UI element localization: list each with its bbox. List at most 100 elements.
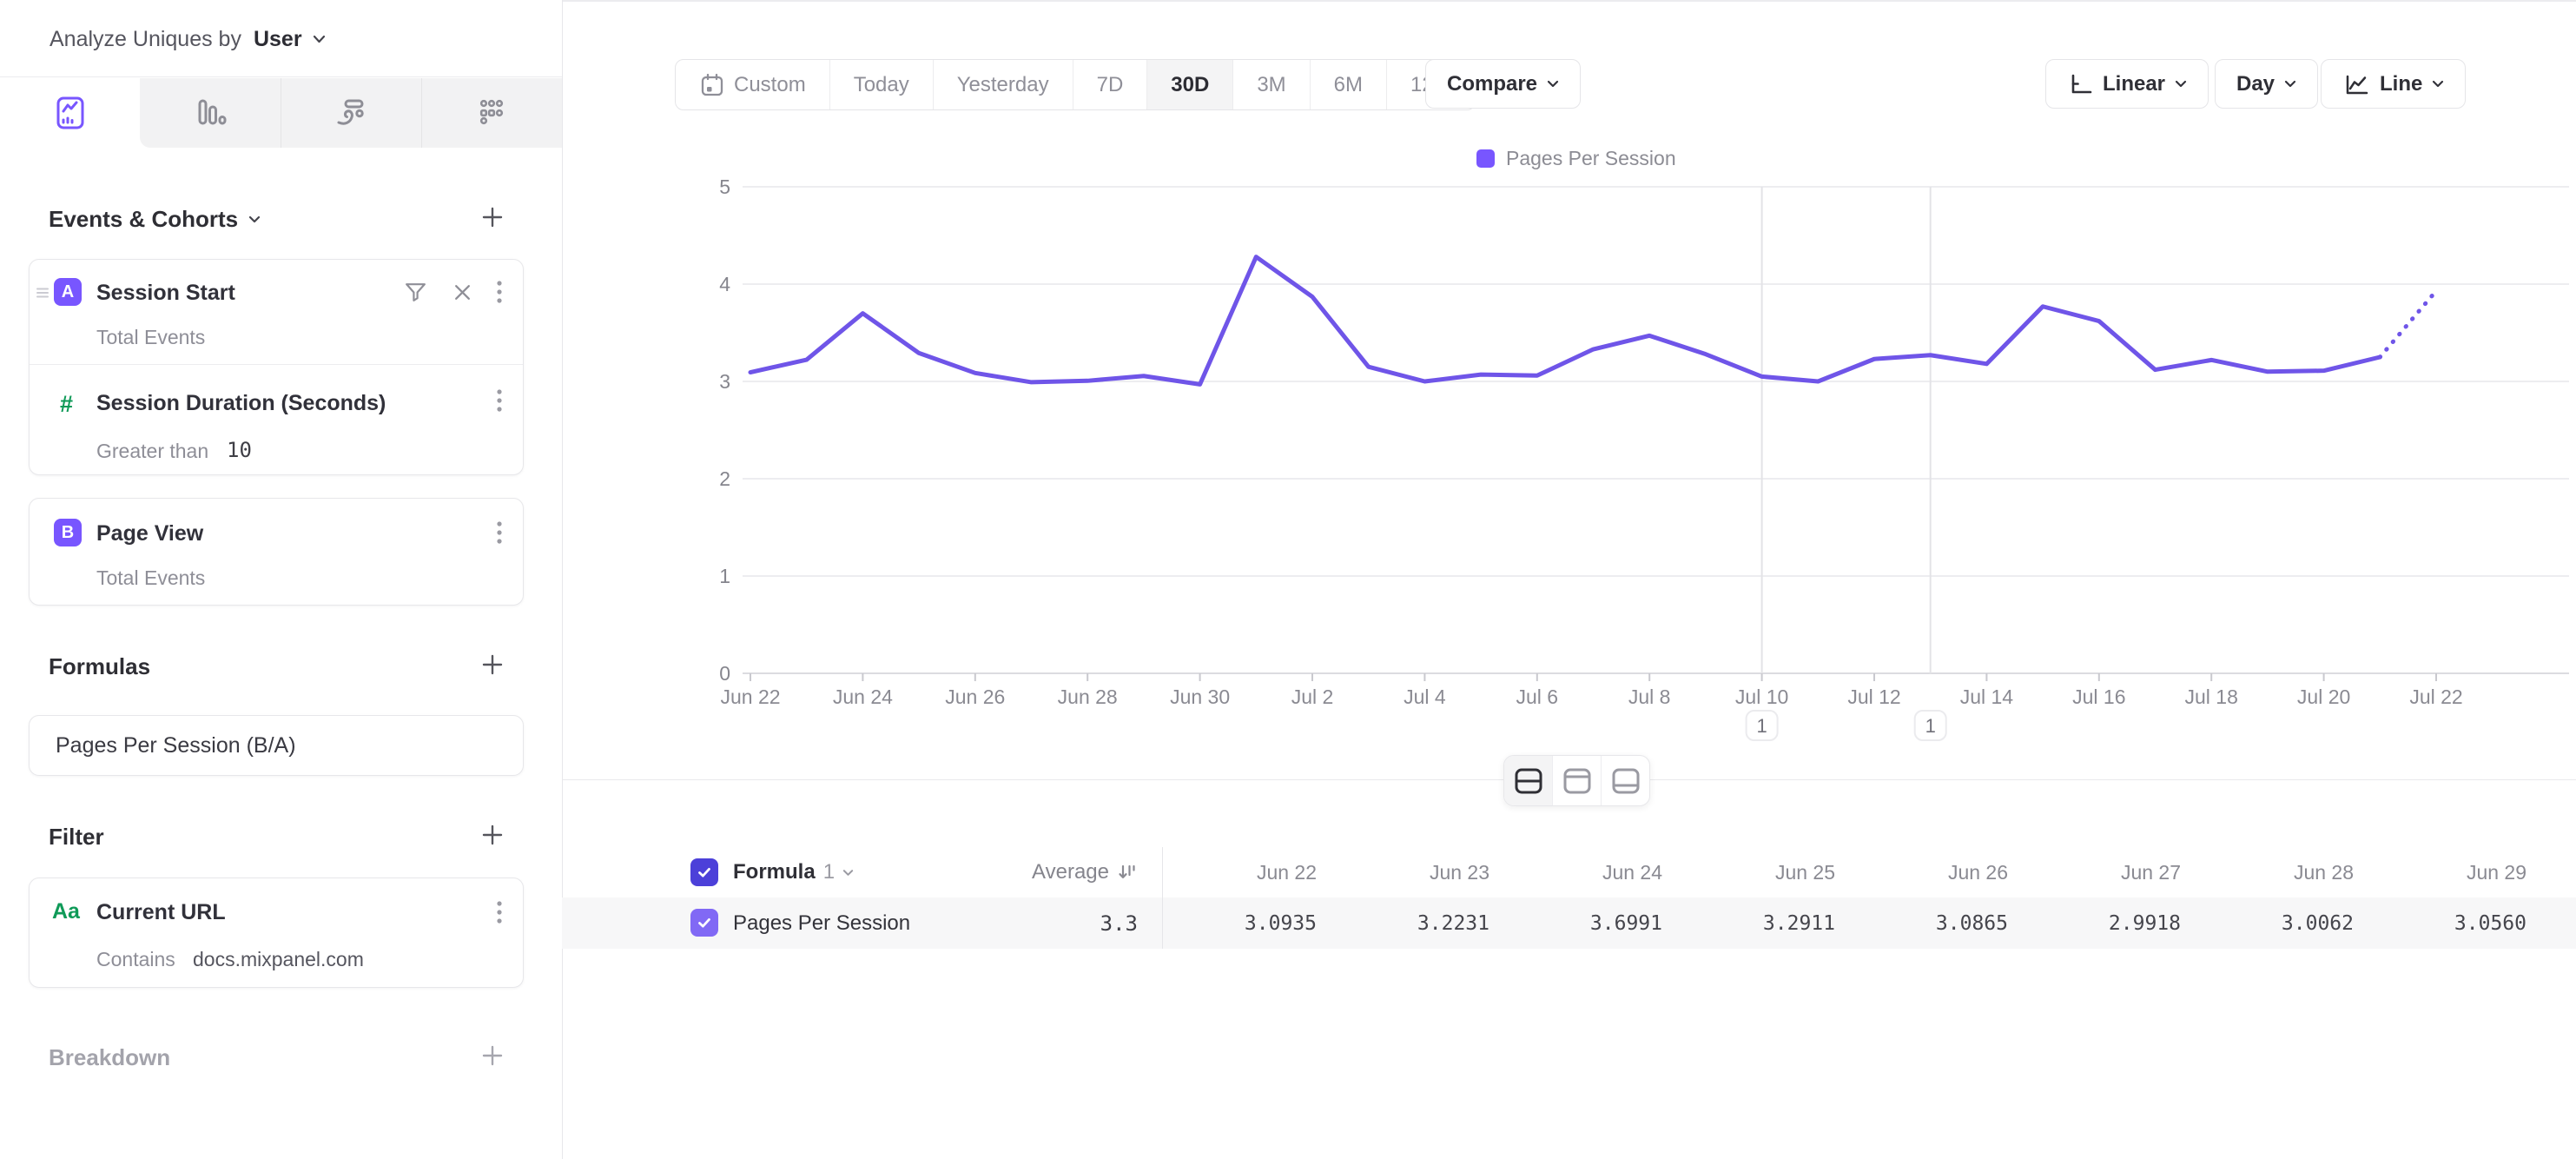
report-type-tabs bbox=[0, 78, 562, 148]
add-filter-button[interactable] bbox=[480, 823, 505, 851]
table-row-values: 3.09353.22313.69913.29113.08652.99183.00… bbox=[1189, 897, 2572, 949]
add-breakdown-button[interactable] bbox=[480, 1043, 505, 1072]
analyze-by-label: Analyze Uniques by bbox=[50, 27, 241, 52]
property-value[interactable]: 10 bbox=[227, 438, 252, 462]
x-axis-tick-label: Jul 4 bbox=[1404, 685, 1446, 708]
range-option-yesterday[interactable]: Yesterday bbox=[933, 60, 1073, 109]
property-row[interactable]: # Session Duration (Seconds) Greater tha… bbox=[30, 365, 523, 476]
event-aggregation[interactable]: Total Events bbox=[96, 566, 205, 590]
kebab-menu-icon[interactable] bbox=[496, 279, 503, 309]
events-section-header: Events & Cohorts bbox=[49, 200, 524, 238]
x-axis-tick-label: Jun 28 bbox=[1058, 685, 1118, 708]
formula-card[interactable]: Pages Per Session (B/A) bbox=[29, 715, 524, 776]
plus-icon bbox=[480, 652, 505, 677]
tab-retention[interactable] bbox=[421, 78, 562, 148]
tab-flows[interactable] bbox=[281, 78, 421, 148]
line-chart-icon bbox=[2342, 70, 2370, 98]
formula-label[interactable]: Pages Per Session (B/A) bbox=[56, 733, 296, 758]
plus-icon bbox=[480, 1043, 505, 1068]
chart-type-button[interactable]: Line bbox=[2321, 59, 2466, 109]
formula-header-label: Formula bbox=[733, 860, 816, 884]
layout-chart-only-button[interactable] bbox=[1552, 756, 1601, 805]
property-name[interactable]: Session Duration (Seconds) bbox=[96, 391, 386, 416]
chevron-down-icon bbox=[313, 35, 326, 43]
event-card-page-view[interactable]: B Page View Total Events bbox=[29, 498, 524, 606]
numeric-property-icon: # bbox=[60, 391, 73, 418]
flows-icon bbox=[332, 94, 370, 132]
filter-operator[interactable]: Contains bbox=[96, 948, 175, 971]
formula-header-number: 1 bbox=[823, 860, 835, 884]
table-value-cell: 3.2911 bbox=[1707, 897, 1880, 949]
analyze-by-value[interactable]: User bbox=[254, 27, 302, 52]
y-axis-tick-label: 5 bbox=[719, 176, 730, 198]
annotation-marker[interactable]: 1 bbox=[1747, 711, 1778, 740]
table-date-header: Jun 24 bbox=[1535, 847, 1707, 897]
range-option-today[interactable]: Today bbox=[829, 60, 933, 109]
event-aggregation[interactable]: Total Events bbox=[96, 326, 205, 349]
yaxis-scale-button[interactable]: Linear bbox=[2045, 59, 2209, 109]
linear-axis-icon bbox=[2067, 70, 2093, 98]
kebab-menu-icon[interactable] bbox=[496, 899, 503, 930]
chevron-down-icon[interactable] bbox=[248, 215, 261, 223]
table-row[interactable]: Pages Per Session 3.3 3.09353.22313.6991… bbox=[562, 897, 2576, 949]
add-formula-button[interactable] bbox=[480, 652, 505, 681]
row-average-value: 3.3 bbox=[1100, 911, 1138, 936]
compare-button[interactable]: Compare bbox=[1425, 59, 1581, 109]
annotation-marker[interactable]: 1 bbox=[1915, 711, 1946, 740]
add-event-button[interactable] bbox=[480, 205, 505, 234]
table-column-divider bbox=[1162, 847, 1163, 949]
close-icon[interactable] bbox=[452, 282, 472, 307]
range-option-6m[interactable]: 6M bbox=[1310, 60, 1386, 109]
line-chart[interactable]: 01234511Jun 22Jun 24Jun 26Jun 28Jun 30Ju… bbox=[562, 130, 2576, 791]
y-axis-tick-label: 2 bbox=[719, 467, 730, 490]
tab-insights[interactable] bbox=[0, 78, 140, 148]
retention-dots-icon bbox=[472, 94, 511, 132]
x-axis-tick-label: Jul 16 bbox=[2072, 685, 2125, 708]
table-date-header: Jun 27 bbox=[2053, 847, 2226, 897]
x-axis-tick-label: Jul 14 bbox=[1960, 685, 2014, 708]
layout-table-only-button[interactable] bbox=[1601, 756, 1649, 805]
table-value-cell: 3.0560 bbox=[2399, 897, 2572, 949]
add-filter-icon[interactable] bbox=[404, 281, 427, 308]
event-card-session-start[interactable]: A Session Start Total Events # Session D… bbox=[29, 259, 524, 475]
breakdown-section-header: Breakdown bbox=[49, 1038, 524, 1076]
formulas-section-header: Formulas bbox=[49, 647, 524, 685]
drag-handle-icon[interactable] bbox=[36, 287, 49, 303]
range-option-30d[interactable]: 30D bbox=[1146, 60, 1232, 109]
filter-value[interactable]: docs.mixpanel.com bbox=[193, 948, 364, 971]
interval-button[interactable]: Day bbox=[2215, 59, 2318, 109]
compare-label: Compare bbox=[1447, 72, 1537, 96]
formula-column-header[interactable]: Formula 1 bbox=[733, 860, 854, 884]
filter-property-name[interactable]: Current URL bbox=[96, 900, 226, 925]
yaxis-scale-label: Linear bbox=[2103, 72, 2165, 96]
event-row[interactable]: A Session Start Total Events bbox=[30, 260, 523, 365]
kebab-menu-icon[interactable] bbox=[496, 520, 503, 550]
layout-split-view-button[interactable] bbox=[1504, 756, 1552, 805]
x-axis-tick-label: Jul 12 bbox=[1847, 685, 1900, 708]
average-column-header[interactable]: Average bbox=[1032, 847, 1138, 897]
kebab-menu-icon[interactable] bbox=[496, 387, 503, 418]
x-axis-tick-label: Jul 8 bbox=[1628, 685, 1671, 708]
select-all-checkbox[interactable] bbox=[690, 858, 718, 886]
query-sidebar: Analyze Uniques by User bbox=[0, 0, 563, 1159]
breakdown-header-label: Breakdown bbox=[49, 1044, 170, 1071]
row-checkbox[interactable] bbox=[690, 909, 718, 937]
event-name[interactable]: Session Start bbox=[96, 281, 235, 306]
chevron-down-icon bbox=[842, 869, 854, 877]
event-name[interactable]: Page View bbox=[96, 521, 203, 546]
filter-card[interactable]: Aa Current URL Contains docs.mixpanel.co… bbox=[29, 878, 524, 988]
table-value-cell: 3.6991 bbox=[1535, 897, 1707, 949]
insights-report: Analyze Uniques by User bbox=[0, 0, 2576, 1159]
property-operator[interactable]: Greater than bbox=[96, 440, 208, 463]
range-option-custom[interactable]: Custom bbox=[676, 60, 829, 109]
range-option-7d[interactable]: 7D bbox=[1073, 60, 1147, 109]
tab-funnels[interactable] bbox=[140, 78, 280, 148]
analyze-by-control[interactable]: Analyze Uniques by User bbox=[0, 2, 562, 77]
x-axis-tick-label: Jul 2 bbox=[1291, 685, 1334, 708]
range-option-3m[interactable]: 3M bbox=[1232, 60, 1309, 109]
filter-header-label: Filter bbox=[49, 824, 104, 851]
series-line[interactable] bbox=[750, 257, 2380, 385]
funnels-bars-icon bbox=[191, 94, 229, 132]
table-date-header: Jun 25 bbox=[1707, 847, 1880, 897]
insights-line-chart-icon bbox=[51, 94, 89, 132]
